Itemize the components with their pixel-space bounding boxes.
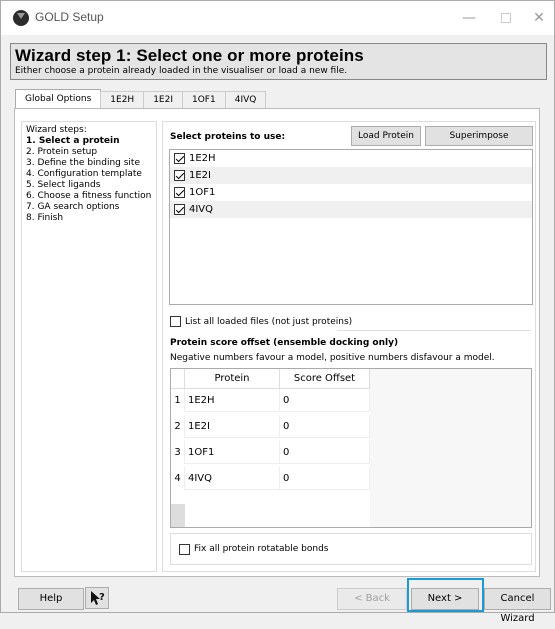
wizard-steps-panel: Wizard steps: 1. Select a protein 2. Pro… — [21, 121, 157, 572]
column-header-protein[interactable]: Protein — [185, 369, 280, 389]
step-item: 2. Protein setup — [26, 147, 98, 157]
protein-checkbox[interactable] — [174, 187, 185, 198]
tab-bar: Global Options 1E2H 1E2I 1OF1 4IVQ — [15, 89, 267, 109]
load-protein-button[interactable]: Load Protein — [351, 126, 421, 146]
protein-checkbox[interactable] — [174, 170, 185, 181]
maximize-button[interactable] — [493, 7, 519, 29]
protein-name: 1E2I — [189, 170, 211, 181]
table-empty-row-header — [171, 504, 185, 527]
select-proteins-label: Select proteins to use: — [170, 132, 286, 142]
table-row: 3 1OF1 0 — [171, 441, 370, 464]
step-item: 8. Finish — [26, 213, 64, 223]
main-panel: Select proteins to use: Load Protein Sup… — [162, 121, 536, 572]
tab-1e2i[interactable]: 1E2I — [143, 91, 183, 108]
row-number: 1 — [171, 389, 185, 412]
column-header-score-offset[interactable]: Score Offset — [280, 369, 370, 389]
row-number: 4 — [171, 467, 185, 490]
step-item: 4. Configuration template — [26, 169, 142, 179]
tab-4ivq[interactable]: 4IVQ — [224, 91, 267, 108]
fix-rotatable-bonds-checkbox[interactable] — [179, 543, 190, 555]
score-offset-cell[interactable]: 0 — [280, 441, 370, 464]
protein-cell[interactable]: 4IVQ — [185, 467, 280, 490]
score-offset-cell[interactable]: 0 — [280, 389, 370, 412]
superimpose-proteins-button[interactable]: Superimpose Proteins... — [425, 126, 533, 159]
page-subtitle: Either choose a protein already loaded i… — [15, 66, 348, 76]
protein-checkbox[interactable] — [174, 153, 185, 164]
score-offset-title: Protein score offset (ensemble docking o… — [170, 338, 399, 348]
protein-cell[interactable]: 1E2I — [185, 415, 280, 438]
row-number: 3 — [171, 441, 185, 464]
protein-cell[interactable]: 1E2H — [185, 389, 280, 412]
minimize-button[interactable]: — — [456, 7, 482, 29]
fix-rotatable-bonds-option[interactable]: Fix all protein rotatable bonds — [170, 533, 532, 565]
protein-name: 1OF1 — [189, 187, 216, 198]
back-button[interactable]: < Back — [337, 588, 407, 610]
step-item: 5. Select ligands — [26, 180, 101, 190]
fix-rotatable-bonds-label: Fix all protein rotatable bonds — [194, 544, 329, 554]
step-item: 3. Define the binding site — [26, 158, 140, 168]
next-button[interactable]: Next > — [411, 588, 479, 610]
help-button[interactable]: Help — [18, 588, 84, 610]
protein-list: 1E2H 1E2I 1OF1 4IVQ — [169, 149, 533, 305]
wizard-header: Wizard step 1: Select one or more protei… — [10, 43, 547, 80]
list-all-files-checkbox[interactable] — [170, 316, 181, 327]
score-offset-cell[interactable]: 0 — [280, 467, 370, 490]
protein-cell[interactable]: 1OF1 — [185, 441, 280, 464]
window-title: GOLD Setup — [35, 10, 104, 24]
section-divider — [337, 330, 531, 331]
score-offset-cell[interactable]: 0 — [280, 415, 370, 438]
step-item: 1. Select a protein — [26, 136, 120, 146]
table-corner — [171, 369, 185, 389]
page-title: Wizard step 1: Select one or more protei… — [15, 46, 364, 65]
list-all-files-option[interactable]: List all loaded files (not just proteins… — [170, 316, 352, 327]
tab-1of1[interactable]: 1OF1 — [182, 91, 226, 108]
protein-name: 4IVQ — [189, 204, 214, 215]
protein-list-item[interactable]: 1OF1 — [170, 184, 532, 201]
step-item: 6. Choose a fitness function — [26, 191, 152, 201]
table-header: Protein Score Offset — [171, 369, 370, 389]
wizard-steps-title: Wizard steps: — [26, 125, 87, 135]
protein-name: 1E2H — [189, 153, 216, 164]
score-offset-table: Protein Score Offset 1 1E2H 0 2 1E2I 0 3… — [170, 368, 532, 528]
title-bar: GOLD Setup — ✕ — [1, 1, 554, 35]
table-row: 2 1E2I 0 — [171, 415, 370, 438]
gold-app-icon — [13, 10, 29, 26]
protein-list-item[interactable]: 4IVQ — [170, 201, 532, 218]
close-button[interactable]: ✕ — [526, 7, 552, 29]
cancel-wizard-button[interactable]: Cancel Wizard — [484, 588, 551, 624]
step-item: 7. GA search options — [26, 202, 120, 212]
score-offset-description: Negative numbers favour a model, positiv… — [170, 353, 495, 363]
table-row: 4 4IVQ 0 — [171, 467, 370, 490]
protein-list-item[interactable]: 1E2I — [170, 167, 532, 184]
tab-global-options[interactable]: Global Options — [15, 89, 102, 108]
table-row: 1 1E2H 0 — [171, 389, 370, 412]
gold-setup-window: GOLD Setup — ✕ Wizard step 1: Select one… — [0, 0, 555, 624]
list-all-files-label: List all loaded files (not just proteins… — [185, 316, 353, 327]
row-number: 2 — [171, 415, 185, 438]
protein-checkbox[interactable] — [174, 204, 185, 215]
protein-list-item[interactable]: 1E2H — [170, 150, 532, 167]
whats-this-button[interactable]: ? — [85, 587, 109, 609]
tab-1e2h[interactable]: 1E2H — [100, 91, 145, 108]
maximize-icon — [501, 13, 511, 23]
whats-this-icon: ? — [91, 591, 105, 605]
svg-text:?: ? — [99, 592, 105, 603]
